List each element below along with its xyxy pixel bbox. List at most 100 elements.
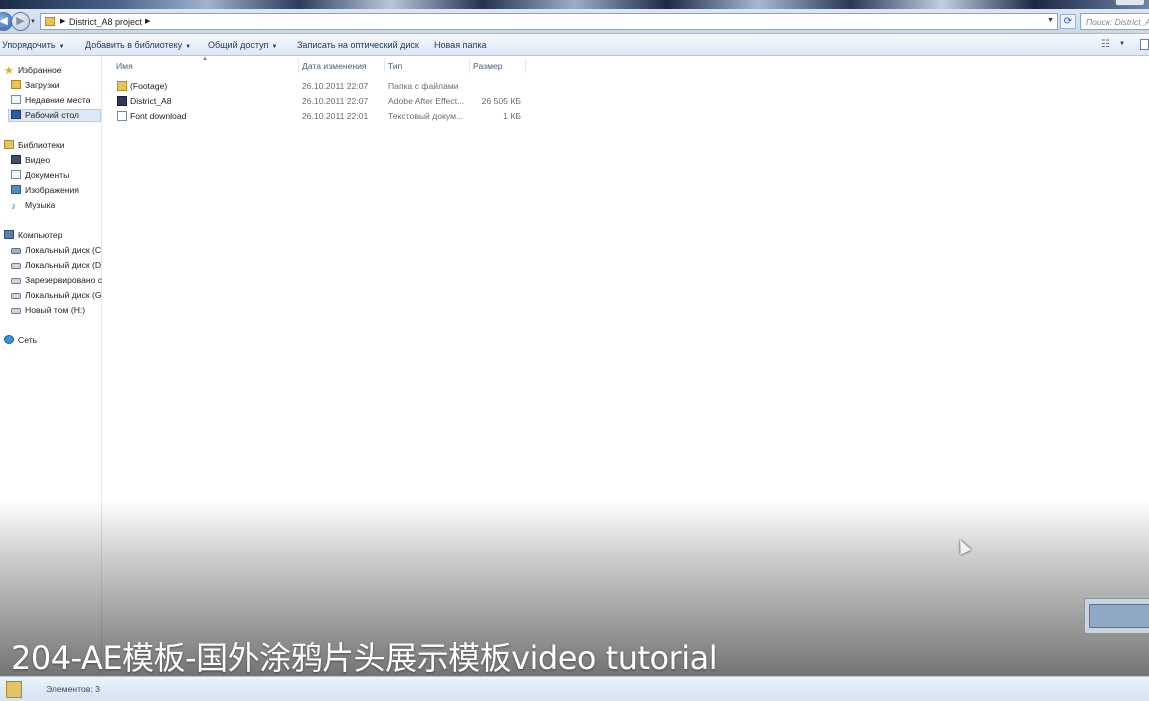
- refresh-button[interactable]: ⟳: [1060, 14, 1076, 29]
- nav-music[interactable]: ♪ Музыка: [11, 200, 55, 213]
- table-row[interactable]: Font download 26.10.2011 22:01 Текстовый…: [103, 110, 533, 124]
- library-icon: [4, 140, 14, 149]
- nav-downloads[interactable]: Загрузки: [11, 80, 60, 93]
- nav-documents-label: Документы: [25, 170, 70, 180]
- nav-downloads-label: Загрузки: [25, 80, 60, 90]
- folder-icon: [6, 681, 22, 698]
- nav-disk-g[interactable]: Локальный диск (G: [11, 290, 102, 303]
- column-divider[interactable]: [384, 58, 385, 73]
- chevron-down-icon[interactable]: ▼: [1119, 41, 1125, 47]
- video-icon: [11, 155, 21, 164]
- navigation-pane: ★ Избранное Загрузки Недавние места Рабоч…: [0, 56, 102, 676]
- drive-icon: [11, 308, 21, 314]
- nav-video-label: Видео: [25, 155, 51, 165]
- address-dropdown-icon[interactable]: ▼: [1047, 17, 1054, 24]
- star-icon: ★: [4, 65, 14, 77]
- burn-button[interactable]: Записать на оптический диск: [297, 40, 419, 50]
- nav-network-label: Сеть: [18, 335, 38, 345]
- file-date: 26.10.2011 22:07: [302, 81, 369, 91]
- command-toolbar: Упорядочить ▼ Добавить в библиотеку ▼ Общи…: [0, 35, 1149, 56]
- nav-libraries[interactable]: Библиотеки: [4, 140, 65, 153]
- computer-icon: [4, 230, 14, 239]
- file-name: Font download: [130, 111, 187, 121]
- file-date: 26.10.2011 22:01: [302, 111, 369, 121]
- breadcrumb-arrow-icon[interactable]: ▶: [60, 17, 65, 25]
- text-file-icon: [117, 111, 127, 121]
- nav-disk-g-label: Локальный диск (G: [25, 290, 102, 300]
- table-row[interactable]: District_A8 26.10.2011 22:07 Adobe After…: [103, 95, 533, 109]
- chevron-down-icon: ▼: [58, 44, 65, 50]
- documents-icon: [11, 170, 21, 179]
- nav-video[interactable]: Видео: [11, 155, 50, 168]
- drive-icon: [11, 278, 21, 284]
- preview-pane-icon[interactable]: [1140, 39, 1149, 50]
- nav-recent-label: Недавние места: [25, 95, 91, 105]
- column-header-type[interactable]: Тип: [388, 61, 402, 71]
- column-header-name[interactable]: Имя: [116, 61, 133, 71]
- file-name: District_A8: [130, 96, 172, 106]
- file-type: Текстовый докум...: [388, 111, 464, 121]
- nav-recent[interactable]: Недавние места: [11, 95, 90, 108]
- column-header-date[interactable]: Дата изменения: [302, 61, 367, 71]
- share-menu[interactable]: Общий доступ ▼: [208, 40, 277, 50]
- add-to-library-menu[interactable]: Добавить в библиотеку ▼: [85, 40, 191, 50]
- desktop-background-strip: [0, 0, 1149, 9]
- table-row[interactable]: (Footage) 26.10.2011 22:07 Папка с файла…: [103, 80, 533, 94]
- column-divider[interactable]: [525, 58, 526, 73]
- file-type: Adobe After Effect...: [388, 96, 465, 106]
- nav-desktop[interactable]: Рабочий стол: [8, 109, 101, 122]
- forward-button[interactable]: ▶: [11, 12, 30, 31]
- image-icon: [11, 185, 21, 194]
- organize-label: Упорядочить: [2, 40, 56, 50]
- share-label: Общий доступ: [208, 40, 269, 50]
- column-header-size[interactable]: Размер: [473, 61, 503, 71]
- nav-documents[interactable]: Документы: [11, 170, 69, 183]
- column-divider[interactable]: [469, 58, 470, 73]
- nav-reserved[interactable]: Зарезервировано с: [11, 275, 102, 288]
- breadcrumb-arrow-icon[interactable]: ▶: [145, 17, 150, 25]
- desktop-icon: [11, 110, 21, 119]
- address-field[interactable]: ▶ District_A8 project ▶ ▼: [40, 13, 1058, 30]
- file-size: 1 КБ: [503, 111, 521, 121]
- nav-disk-d[interactable]: Локальный диск (D: [11, 260, 102, 273]
- items-count: Элементов: 3: [46, 684, 100, 694]
- nav-images[interactable]: Изображения: [11, 185, 79, 198]
- downloads-folder-icon: [11, 80, 21, 89]
- address-bar: ◀ ▶ ▼ ▶ District_A8 project ▶ ▼ ⟳ Поиск:…: [0, 9, 1149, 34]
- file-name: (Footage): [130, 81, 168, 91]
- status-bar: Элементов: 3: [0, 676, 1149, 701]
- nav-disk-d-label: Локальный диск (D: [25, 260, 102, 270]
- folder-icon: [117, 81, 127, 91]
- recent-pages-dropdown-icon[interactable]: ▼: [30, 19, 36, 25]
- drive-icon: [11, 293, 21, 299]
- file-list: ▲ Имя Дата изменения Тип Размер (Footage…: [103, 56, 1149, 676]
- view-options-icon[interactable]: ☷: [1101, 39, 1110, 50]
- column-divider[interactable]: [298, 58, 299, 73]
- folder-icon: [45, 17, 55, 26]
- after-effects-file-icon: [117, 96, 127, 106]
- file-date: 26.10.2011 22:07: [302, 96, 369, 106]
- window-controls[interactable]: [1115, 0, 1145, 6]
- nav-disk-c[interactable]: Локальный диск (C: [11, 245, 102, 258]
- nav-disk-c-label: Локальный диск (C: [25, 245, 102, 255]
- nav-libraries-label: Библиотеки: [18, 140, 65, 150]
- music-icon: ♪: [11, 201, 16, 212]
- notification-popup[interactable]: [1084, 598, 1149, 634]
- chevron-down-icon: ▼: [271, 44, 278, 50]
- file-size: 26 505 КБ: [481, 96, 521, 106]
- network-icon: [4, 335, 14, 344]
- nav-favorites[interactable]: ★ Избранное: [4, 65, 62, 78]
- search-input[interactable]: Поиск: District_A8: [1080, 13, 1149, 30]
- breadcrumb-current-folder[interactable]: District_A8 project: [69, 17, 142, 27]
- file-type: Папка с файлами: [388, 81, 459, 91]
- nav-network[interactable]: Сеть: [4, 335, 37, 348]
- new-folder-button[interactable]: Новая папка: [434, 40, 486, 50]
- nav-computer[interactable]: Компьютер: [4, 230, 62, 243]
- nav-music-label: Музыка: [25, 200, 56, 210]
- chevron-down-icon: ▼: [185, 44, 192, 50]
- nav-new-volume[interactable]: Новый том (H:): [11, 305, 102, 318]
- recent-places-icon: [11, 95, 21, 104]
- add-to-library-label: Добавить в библиотеку: [85, 40, 183, 50]
- drive-icon: [11, 263, 21, 269]
- organize-menu[interactable]: Упорядочить ▼: [2, 40, 65, 50]
